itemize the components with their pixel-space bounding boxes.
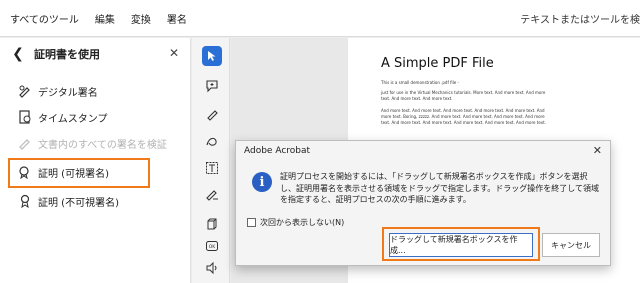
speaker-icon bbox=[206, 261, 217, 275]
tool-timestamp[interactable]: タイムスタンプ bbox=[18, 106, 108, 128]
cancel-button[interactable]: キャンセル bbox=[542, 233, 600, 257]
cursor-icon bbox=[208, 51, 216, 61]
comment-tool-button[interactable] bbox=[202, 76, 222, 96]
menu-convert[interactable]: 変換 bbox=[131, 11, 151, 26]
menu-sign[interactable]: 署名 bbox=[167, 11, 187, 26]
acrobat-dialog: Adobe Acrobat ✕ i 証明プロセスを開始するには、「ドラッグして新… bbox=[235, 140, 611, 266]
object-tool-button[interactable] bbox=[202, 214, 222, 234]
back-chevron-icon[interactable]: ❮ bbox=[10, 46, 26, 62]
checkbox-box[interactable] bbox=[247, 218, 256, 227]
dialog-title: Adobe Acrobat bbox=[244, 146, 311, 156]
doc-paragraph: just for use in the Virtual Mechanics tu… bbox=[381, 90, 546, 101]
close-icon[interactable]: ✕ bbox=[593, 144, 602, 157]
tool-rail: OK bbox=[192, 38, 230, 283]
tool-label: デジタル署名 bbox=[38, 87, 98, 99]
dialog-message: 証明プロセスを開始するには、「ドラッグして新規署名ボックスを作成」ボタンを選択し… bbox=[280, 172, 599, 204]
doc-title: A Simple PDF File bbox=[381, 56, 494, 71]
svg-text:OK: OK bbox=[209, 244, 217, 250]
signature-icon bbox=[206, 190, 218, 201]
certificate-panel: ❮ 証明書を使用 ✕ デジタル署名 タイムスタンプ 文書内のすべての署名を検証 … bbox=[0, 38, 191, 283]
timestamp-icon bbox=[18, 110, 32, 124]
menu-all-tools[interactable]: すべてのツール bbox=[10, 11, 79, 26]
ocr-tool-button[interactable]: OK bbox=[202, 236, 222, 256]
dont-show-again-checkbox[interactable]: 次回から表示しない(N) bbox=[247, 217, 344, 228]
panel-header: ❮ 証明書を使用 ✕ bbox=[10, 44, 185, 64]
panel-title: 証明書を使用 bbox=[34, 48, 100, 61]
top-menubar: すべてのツール 編集 変換 署名 テキストまたはツールを検 bbox=[0, 0, 640, 37]
checkbox-label: 次回から表示しない(N) bbox=[260, 218, 345, 227]
doc-paragraph: This is a small demonstration .pdf file … bbox=[381, 80, 459, 85]
pen-sign-icon bbox=[18, 84, 32, 98]
tool-verify-all-signatures: 文書内のすべての署名を検証 bbox=[18, 132, 167, 154]
certify-invisible-icon bbox=[18, 194, 32, 208]
select-tool-button[interactable] bbox=[202, 46, 222, 66]
tool-label: タイムスタンプ bbox=[38, 113, 108, 125]
read-aloud-button[interactable] bbox=[202, 258, 222, 278]
tool-certify-invisible[interactable]: 証明 (不可視署名) bbox=[18, 190, 119, 212]
close-icon[interactable]: ✕ bbox=[169, 46, 179, 60]
draw-tool-button[interactable] bbox=[202, 132, 222, 152]
drag-create-signature-box-button[interactable]: ドラッグして新規署名ボックスを作成... bbox=[389, 233, 533, 257]
text-tool-button[interactable] bbox=[202, 158, 222, 178]
ocr-icon: OK bbox=[206, 241, 218, 251]
tool-label: 文書内のすべての署名を検証 bbox=[38, 139, 167, 151]
pen-icon bbox=[207, 110, 218, 121]
tool-search-input[interactable]: テキストまたはツールを検 bbox=[520, 11, 640, 26]
verify-signatures-icon bbox=[18, 136, 32, 150]
certify-visible-highlight bbox=[8, 158, 150, 188]
info-icon: i bbox=[252, 172, 272, 192]
sign-tool-button[interactable] bbox=[202, 184, 222, 204]
add-comment-icon bbox=[206, 80, 218, 93]
tool-digital-signature[interactable]: デジタル署名 bbox=[18, 80, 98, 102]
menu-edit[interactable]: 編集 bbox=[95, 11, 115, 26]
cube-icon bbox=[207, 218, 217, 230]
freehand-icon bbox=[206, 137, 217, 146]
doc-paragraph: And more text. And more text. And more t… bbox=[381, 108, 546, 125]
highlight-tool-button[interactable] bbox=[202, 104, 222, 124]
text-box-icon bbox=[206, 162, 218, 174]
tool-label: 証明 (不可視署名) bbox=[38, 197, 119, 209]
